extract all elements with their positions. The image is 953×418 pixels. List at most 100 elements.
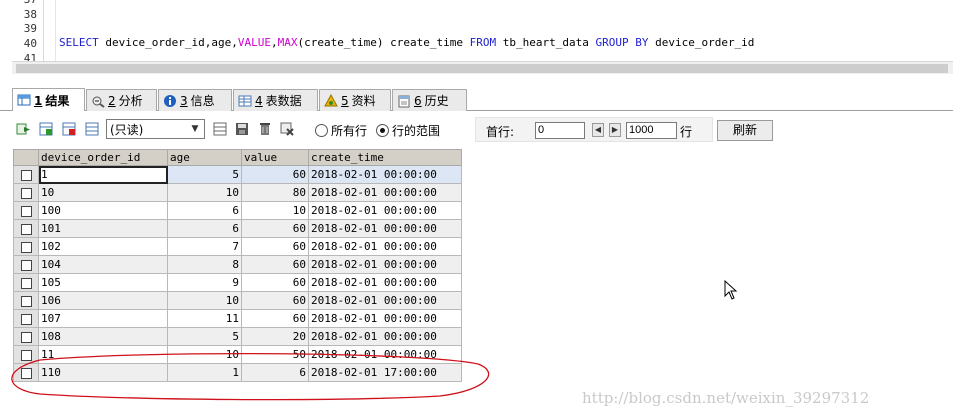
table-cell-age[interactable]: 7: [167, 237, 242, 256]
save-icon[interactable]: [212, 121, 228, 137]
row-select-checkbox[interactable]: [13, 165, 39, 184]
sql-editor[interactable]: 37 38 39 40 41 SELECT device_order_id,ag…: [0, 0, 953, 61]
delete-row-icon[interactable]: [61, 121, 77, 137]
table-cell-age[interactable]: 6: [167, 201, 242, 220]
tab-info[interactable]: 3 信息: [158, 89, 232, 111]
insert-row-icon[interactable]: [38, 121, 54, 137]
radio-label: 行的范围: [392, 124, 441, 138]
table-cell-value[interactable]: 60: [241, 255, 309, 274]
history-icon: [397, 94, 411, 108]
table-row[interactable]: 105 9 60 2018-02-01 00:00:00: [13, 273, 462, 292]
table-cell-age[interactable]: 9: [167, 273, 242, 292]
table-cell-value[interactable]: 80: [241, 183, 309, 202]
table-cell-value[interactable]: 60: [241, 219, 309, 238]
next-page-button[interactable]: ▶: [609, 123, 621, 137]
table-row[interactable]: 10 10 80 2018-02-01 00:00:00: [13, 183, 462, 202]
table-cell-value[interactable]: 60: [241, 309, 309, 328]
refresh-button[interactable]: 刷新: [717, 120, 773, 141]
table-cell-device-order-id[interactable]: 102: [38, 237, 168, 256]
column-header[interactable]: age: [167, 149, 242, 166]
table-cell-device-order-id[interactable]: 104: [38, 255, 168, 274]
table-cell-create-time[interactable]: 2018-02-01 00:00:00: [308, 237, 462, 256]
table-cell-age[interactable]: 5: [167, 327, 242, 346]
column-header[interactable]: value: [241, 149, 309, 166]
table-cell-create-time[interactable]: 2018-02-01 00:00:00: [308, 183, 462, 202]
table-cell-age[interactable]: 11: [167, 309, 242, 328]
table-cell-value[interactable]: 10: [241, 201, 309, 220]
table-cell-age[interactable]: 10: [167, 291, 242, 310]
row-select-checkbox[interactable]: [13, 237, 39, 256]
table-cell-create-time[interactable]: 2018-02-01 00:00:00: [308, 327, 462, 346]
disk-icon[interactable]: [234, 121, 250, 137]
table-row[interactable]: 107 11 60 2018-02-01 00:00:00: [13, 309, 462, 328]
row-selector-header[interactable]: [13, 149, 39, 166]
table-row[interactable]: 100 6 10 2018-02-01 00:00:00: [13, 201, 462, 220]
line-number-gutter: 37 38 39 40 41: [0, 0, 44, 61]
tab-accelerator: 3: [180, 94, 188, 108]
editor-horizontal-scrollbar[interactable]: [12, 61, 953, 74]
table-cell-device-order-id[interactable]: 10: [38, 183, 168, 202]
sql-query-line[interactable]: SELECT device_order_id,age,VALUE,MAX(cre…: [59, 36, 754, 49]
prev-page-button[interactable]: ◀: [592, 123, 604, 137]
table-cell-value[interactable]: 60: [241, 291, 309, 310]
row-select-checkbox[interactable]: [13, 291, 39, 310]
column-header[interactable]: create_time: [308, 149, 462, 166]
table-cell-value[interactable]: 60: [241, 273, 309, 292]
table-row[interactable]: 101 6 60 2018-02-01 00:00:00: [13, 219, 462, 238]
row-select-checkbox[interactable]: [13, 183, 39, 202]
table-cell-device-order-id[interactable]: 106: [38, 291, 168, 310]
first-row-input[interactable]: 0: [535, 122, 585, 139]
table-cell-age[interactable]: 8: [167, 255, 242, 274]
sql-token: tb_heart_data: [496, 36, 596, 49]
table-cell-age[interactable]: 5: [167, 165, 242, 184]
row-select-checkbox[interactable]: [13, 327, 39, 346]
tab-objects[interactable]: 5 资料: [319, 89, 391, 111]
table-cell-create-time[interactable]: 2018-02-01 00:00:00: [308, 201, 462, 220]
line-number: 38: [23, 8, 37, 21]
tab-analysis[interactable]: 2 分析: [86, 89, 157, 111]
row-select-checkbox[interactable]: [13, 201, 39, 220]
table-cell-create-time[interactable]: 2018-02-01 00:00:00: [308, 255, 462, 274]
row-select-checkbox[interactable]: [13, 309, 39, 328]
tab-history[interactable]: 6 历史: [392, 89, 467, 111]
table-cell-device-order-id[interactable]: 107: [38, 309, 168, 328]
table-row[interactable]: 106 10 60 2018-02-01 00:00:00: [13, 291, 462, 310]
table-cell-age[interactable]: 6: [167, 219, 242, 238]
tab-result[interactable]: 1 结果: [12, 88, 85, 111]
radio-all-rows[interactable]: 所有行: [315, 122, 367, 139]
trash-icon[interactable]: [257, 121, 273, 137]
table-cell-device-order-id[interactable]: 1: [38, 165, 168, 184]
table-cell-device-order-id[interactable]: 108: [38, 327, 168, 346]
result-mode-select[interactable]: (只读) ▼: [106, 119, 205, 139]
duplicate-row-icon[interactable]: [84, 121, 100, 137]
table-cell-device-order-id[interactable]: 100: [38, 201, 168, 220]
row-select-checkbox[interactable]: [13, 273, 39, 292]
table-cell-value[interactable]: 60: [241, 165, 309, 184]
table-cell-create-time[interactable]: 2018-02-01 00:00:00: [308, 291, 462, 310]
table-row[interactable]: 104 8 60 2018-02-01 00:00:00: [13, 255, 462, 274]
table-cell-create-time[interactable]: 2018-02-01 00:00:00: [308, 165, 462, 184]
table-cell-create-time[interactable]: 2018-02-01 00:00:00: [308, 273, 462, 292]
table-row[interactable]: 108 5 20 2018-02-01 00:00:00: [13, 327, 462, 346]
row-select-checkbox[interactable]: [13, 219, 39, 238]
column-header[interactable]: device_order_id: [38, 149, 168, 166]
table-cell-value[interactable]: 60: [241, 237, 309, 256]
row-select-checkbox[interactable]: [13, 255, 39, 274]
table-cell-create-time[interactable]: 2018-02-01 00:00:00: [308, 219, 462, 238]
result-tab-bar: 1 结果 2 分析 3 信息 4 表数据 5 资料 6 历史: [0, 86, 953, 111]
radio-row-range[interactable]: 行的范围: [376, 122, 440, 139]
tab-accelerator: 4: [255, 94, 263, 108]
cancel-edit-icon[interactable]: [279, 121, 295, 137]
table-cell-create-time[interactable]: 2018-02-01 00:00:00: [308, 309, 462, 328]
scrollbar-thumb[interactable]: [16, 64, 948, 73]
table-cell-age[interactable]: 10: [167, 183, 242, 202]
table-cell-device-order-id[interactable]: 105: [38, 273, 168, 292]
table-row[interactable]: 102 7 60 2018-02-01 00:00:00: [13, 237, 462, 256]
checkbox-icon: [20, 331, 32, 343]
export-icon[interactable]: [15, 121, 31, 137]
table-cell-device-order-id[interactable]: 101: [38, 219, 168, 238]
tab-table-data[interactable]: 4 表数据: [233, 89, 318, 111]
table-cell-value[interactable]: 20: [241, 327, 309, 346]
row-count-input[interactable]: 1000: [626, 122, 677, 139]
table-row[interactable]: 1 5 60 2018-02-01 00:00:00: [13, 165, 462, 184]
